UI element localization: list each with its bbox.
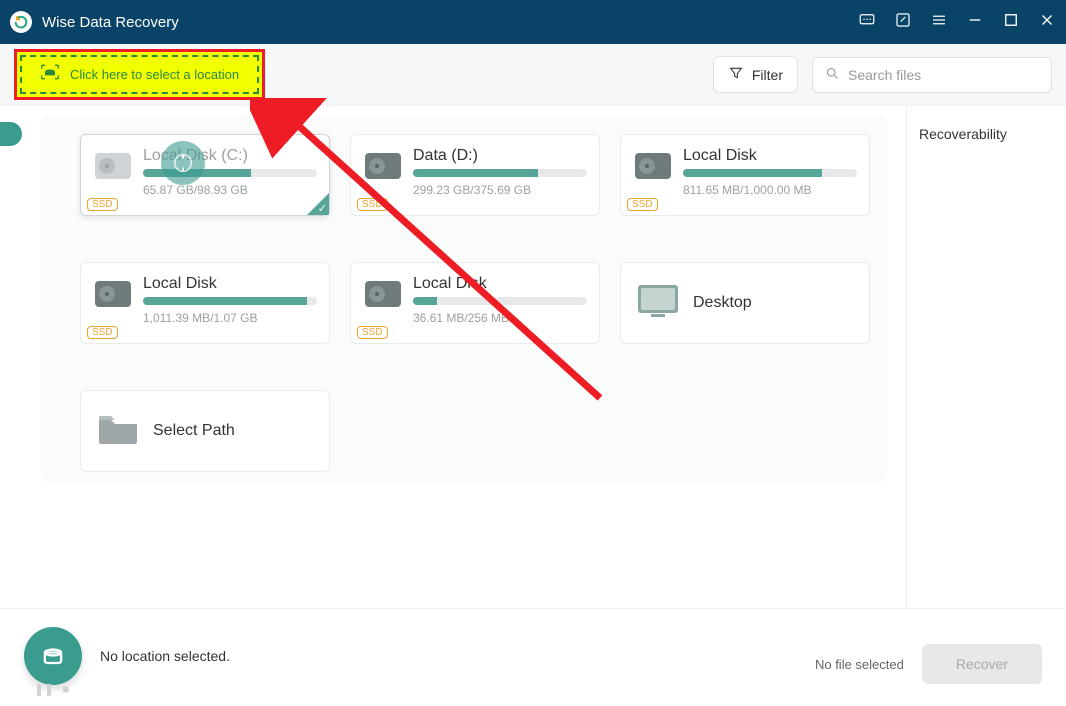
search-input[interactable]: Search files xyxy=(812,57,1052,93)
drive-name: Local Disk xyxy=(413,275,587,293)
scan-button[interactable] xyxy=(24,627,82,685)
selected-check-icon xyxy=(307,193,329,215)
select-location-label: Click here to select a location xyxy=(70,67,239,82)
filter-icon xyxy=(728,65,744,84)
app-logo-icon xyxy=(10,11,32,33)
select-path-card[interactable]: Select Path xyxy=(80,390,330,472)
search-placeholder: Search files xyxy=(848,67,921,83)
drive-card-local-3[interactable]: Local Disk 36.61 MB/256 MB SSD xyxy=(350,262,600,344)
edit-icon[interactable] xyxy=(894,11,912,34)
drive-card-local-2[interactable]: Local Disk 1,011.39 MB/1.07 GB SSD xyxy=(80,262,330,344)
desktop-card[interactable]: Desktop xyxy=(620,262,870,344)
drive-card-c[interactable]: Local Disk (C:) 65.87 GB/98.93 GB SSD xyxy=(80,134,330,216)
ssd-badge: SSD xyxy=(87,326,118,339)
drive-name: Data (D:) xyxy=(413,147,587,165)
recover-label: Recover xyxy=(956,656,1008,672)
select-path-label: Select Path xyxy=(153,422,235,440)
ssd-badge: SSD xyxy=(627,198,658,211)
right-panel: Recoverability xyxy=(906,106,1066,608)
drive-size: 299.23 GB/375.69 GB xyxy=(413,183,587,197)
hdd-icon xyxy=(93,147,133,187)
maximize-icon[interactable] xyxy=(1002,11,1020,34)
left-rail-tab[interactable] xyxy=(0,122,22,146)
drive-name: Local Disk xyxy=(683,147,857,165)
filter-button[interactable]: Filter xyxy=(713,56,798,93)
drive-name: Local Disk xyxy=(143,275,317,293)
drive-size: 1,011.39 MB/1.07 GB xyxy=(143,311,317,325)
menu-icon[interactable] xyxy=(930,11,948,34)
toolbar: Click here to select a location Filter S… xyxy=(0,44,1066,106)
hdd-icon xyxy=(363,275,403,315)
scan-overlay-icon xyxy=(161,141,205,185)
drive-card-local-1[interactable]: Local Disk 811.65 MB/1,000.00 MB SSD xyxy=(620,134,870,216)
close-icon[interactable] xyxy=(1038,11,1056,34)
drives-panel: Local Disk (C:) 65.87 GB/98.93 GB SSD Da… xyxy=(40,116,888,482)
left-rail xyxy=(0,106,22,608)
minimize-icon[interactable] xyxy=(966,11,984,34)
hdd-icon xyxy=(363,147,403,187)
main-panel: Local Disk (C:) 65.87 GB/98.93 GB SSD Da… xyxy=(22,106,906,608)
desktop-label: Desktop xyxy=(693,294,752,312)
search-icon xyxy=(825,66,840,84)
titlebar: Wise Data Recovery xyxy=(0,0,1066,44)
app-title: Wise Data Recovery xyxy=(42,14,179,31)
desktop-icon xyxy=(637,284,679,323)
folder-icon xyxy=(97,412,139,451)
recoverability-heading: Recoverability xyxy=(919,126,1054,142)
stop-icon[interactable]: ■ xyxy=(62,682,69,696)
recover-button[interactable]: Recover xyxy=(922,644,1042,684)
drive-size: 65.87 GB/98.93 GB xyxy=(143,183,317,197)
select-location-button[interactable]: Click here to select a location xyxy=(14,49,265,100)
hdd-icon xyxy=(93,275,133,315)
hdd-icon xyxy=(633,147,673,187)
feedback-icon[interactable] xyxy=(858,11,876,34)
drive-size: 36.61 MB/256 MB xyxy=(413,311,587,325)
ssd-badge: SSD xyxy=(87,198,118,211)
status-text: No location selected. xyxy=(100,648,230,664)
pause-icon[interactable]: ❚❚ xyxy=(34,682,54,696)
ssd-badge: SSD xyxy=(357,198,388,211)
drive-card-d[interactable]: Data (D:) 299.23 GB/375.69 GB SSD xyxy=(350,134,600,216)
filter-label: Filter xyxy=(752,67,783,83)
ssd-badge: SSD xyxy=(357,326,388,339)
file-status-text: No file selected xyxy=(815,657,904,672)
footer: No location selected. ❚❚ ■ No file selec… xyxy=(0,608,1066,706)
drive-size: 811.65 MB/1,000.00 MB xyxy=(683,183,857,197)
drive-target-icon xyxy=(40,63,60,86)
